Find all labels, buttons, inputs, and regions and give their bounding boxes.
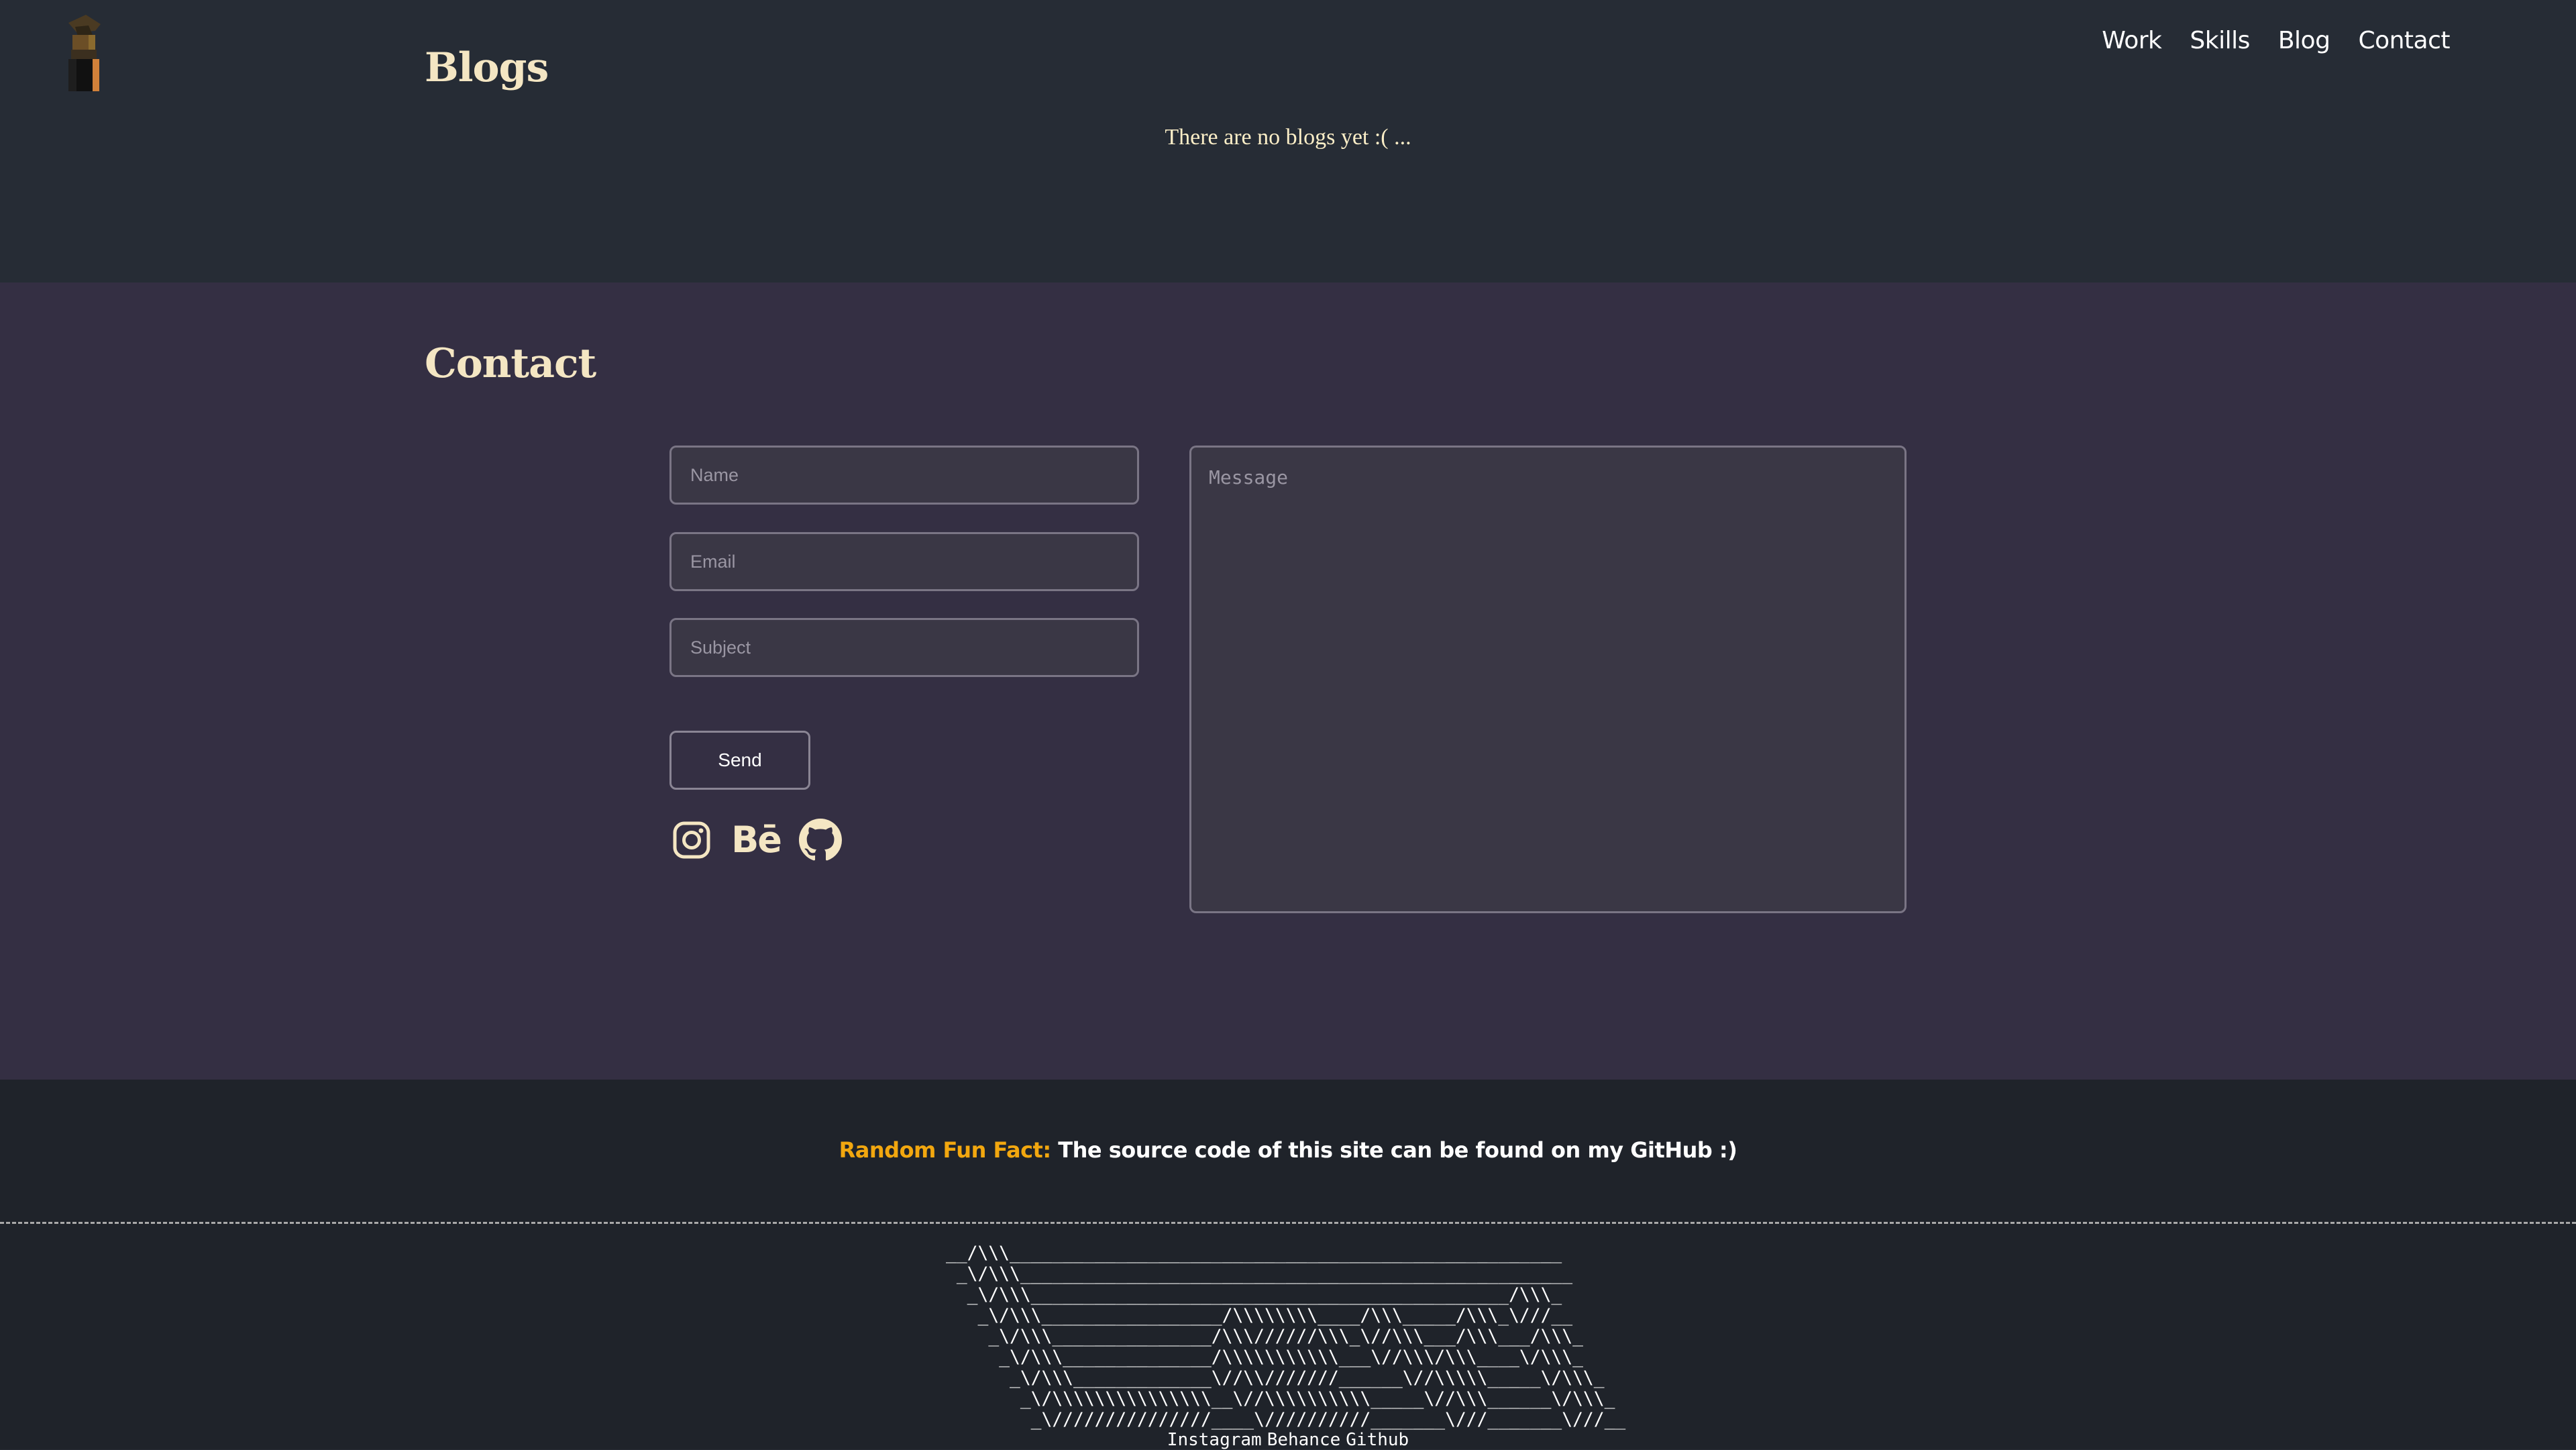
blogs-heading: Blogs xyxy=(425,44,549,91)
name-input[interactable]: Name xyxy=(669,446,1139,505)
fun-fact: Random Fun Fact: The source code of this… xyxy=(0,1137,2576,1163)
logo-avatar[interactable] xyxy=(59,15,106,93)
nav-blog-link[interactable]: Blog xyxy=(2278,27,2330,54)
footer-instagram-link[interactable]: Instagram xyxy=(1167,1430,1262,1450)
instagram-icon[interactable] xyxy=(669,818,714,862)
blogs-section: Work Skills Blog Contact Blogs There are… xyxy=(0,0,2576,282)
subject-input[interactable]: Subject xyxy=(669,618,1139,677)
behance-icon[interactable]: Bē xyxy=(731,818,782,862)
ascii-art-logo: __/\\\__________________________________… xyxy=(946,1243,1626,1430)
main-nav: Work Skills Blog Contact xyxy=(2102,27,2450,54)
footer: Random Fun Fact: The source code of this… xyxy=(0,1080,2576,1450)
behance-logo-text: Bē xyxy=(731,819,782,861)
message-textarea[interactable]: Message xyxy=(1189,446,1907,913)
nav-contact-link[interactable]: Contact xyxy=(2358,27,2450,54)
social-links: Bē xyxy=(669,818,843,862)
send-button[interactable]: Send xyxy=(669,731,810,790)
contact-section: Contact Name Email Subject Message Send … xyxy=(0,282,2576,1080)
email-input[interactable]: Email xyxy=(669,532,1139,591)
github-icon[interactable] xyxy=(798,818,843,862)
footer-github-link[interactable]: Github xyxy=(1346,1430,1409,1450)
nav-skills-link[interactable]: Skills xyxy=(2190,27,2250,54)
fun-fact-text: The source code of this site can be foun… xyxy=(1051,1137,1737,1163)
footer-divider xyxy=(0,1222,2576,1224)
contact-heading: Contact xyxy=(425,340,596,387)
fun-fact-label: Random Fun Fact: xyxy=(839,1137,1052,1163)
footer-links: Instagram Behance Github xyxy=(0,1430,2576,1450)
footer-behance-link[interactable]: Behance xyxy=(1267,1430,1341,1450)
no-blogs-message: There are no blogs yet :( ... xyxy=(1165,125,1411,150)
nav-work-link[interactable]: Work xyxy=(2102,27,2162,54)
